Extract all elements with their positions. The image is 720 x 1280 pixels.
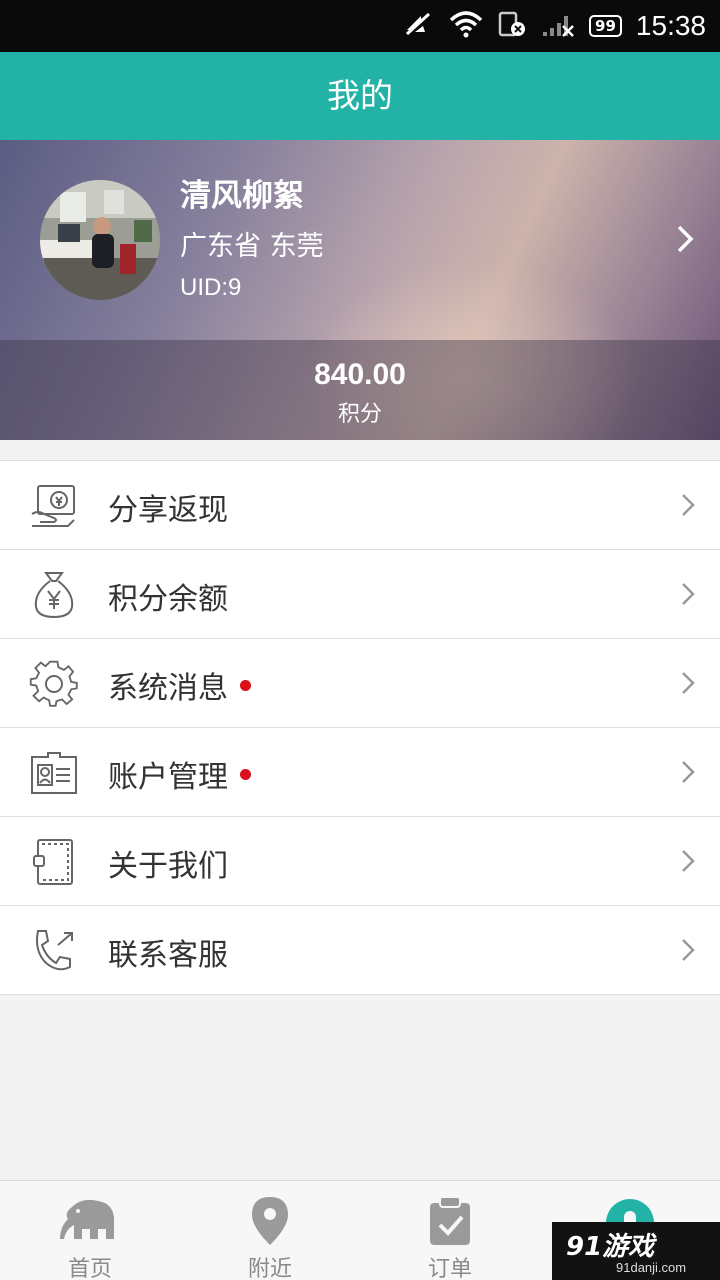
menu-item-label: 分享返现 (108, 493, 228, 528)
chevron-right-icon (680, 670, 696, 700)
tab-label: 附近 (247, 1257, 292, 1280)
gear-icon (28, 658, 80, 710)
profile-location: 广东省 东莞 (180, 231, 324, 262)
status-icons: 99 15:38 (403, 8, 706, 44)
menu-item-label: 联系客服 (108, 938, 228, 973)
status-time: 15:38 (635, 10, 706, 41)
profile-card[interactable]: 清风柳絮 广东省 东莞 UID:9 840.00 积分 (0, 140, 720, 440)
menu-item-label: 账户管理 (108, 752, 251, 796)
chevron-right-icon (680, 492, 696, 522)
menu-item-points-balance[interactable]: 积分余额 (0, 550, 720, 639)
menu-item-label: 关于我们 (108, 849, 228, 884)
points-summary[interactable]: 840.00 积分 (0, 340, 720, 440)
battery-icon: 99 (589, 15, 622, 37)
menu-item-label: 系统消息 (108, 663, 251, 707)
tab-label: 订单 (427, 1257, 472, 1280)
tab-nearby[interactable]: 附近 (180, 1181, 360, 1280)
silent-icon (403, 10, 435, 42)
menu-item-label: 积分余额 (108, 582, 228, 617)
menu-item-about-us[interactable]: 关于我们 (0, 817, 720, 906)
signal-icon (541, 10, 575, 42)
watermark-brand: 91游戏 (566, 1232, 655, 1262)
page-title: 我的 (0, 52, 720, 140)
tab-home[interactable]: 首页 (0, 1181, 180, 1280)
watermark-domain: 91danji.com (616, 1260, 687, 1275)
chevron-right-icon (680, 848, 696, 878)
chevron-right-icon[interactable] (676, 224, 694, 258)
sim-off-icon (497, 10, 527, 42)
points-label: 积分 (337, 402, 382, 427)
id-card-icon (28, 747, 80, 799)
phone-icon (28, 925, 80, 977)
watermark-logo: 91游戏 91danji.com (552, 1222, 720, 1280)
elephant-icon (58, 1195, 122, 1247)
wifi-icon (449, 10, 483, 42)
notebook-icon (28, 836, 80, 888)
tab-orders[interactable]: 订单 (360, 1181, 540, 1280)
chevron-right-icon (680, 581, 696, 611)
profile-uid: UID:9 (180, 274, 242, 301)
notification-badge (240, 769, 251, 780)
tab-label: 首页 (67, 1257, 112, 1280)
settings-menu: 分享返现 积分余额 系统消息 账户管理 关于我们 联系客服 (0, 460, 720, 995)
menu-item-account-management[interactable]: 账户管理 (0, 728, 720, 817)
notification-badge (240, 680, 251, 691)
avatar[interactable] (40, 180, 160, 300)
chevron-right-icon (680, 937, 696, 967)
points-value: 840.00 (314, 358, 406, 391)
money-bag-icon (28, 569, 80, 621)
chevron-right-icon (680, 759, 696, 789)
profile-name: 清风柳絮 (180, 178, 304, 214)
clipboard-check-icon (426, 1195, 474, 1251)
status-bar: 99 15:38 (0, 0, 720, 52)
menu-item-contact-support[interactable]: 联系客服 (0, 906, 720, 995)
menu-item-system-messages[interactable]: 系统消息 (0, 639, 720, 728)
menu-item-share-cashback[interactable]: 分享返现 (0, 461, 720, 550)
share-cashback-icon (28, 480, 80, 532)
location-pin-icon (250, 1195, 290, 1251)
